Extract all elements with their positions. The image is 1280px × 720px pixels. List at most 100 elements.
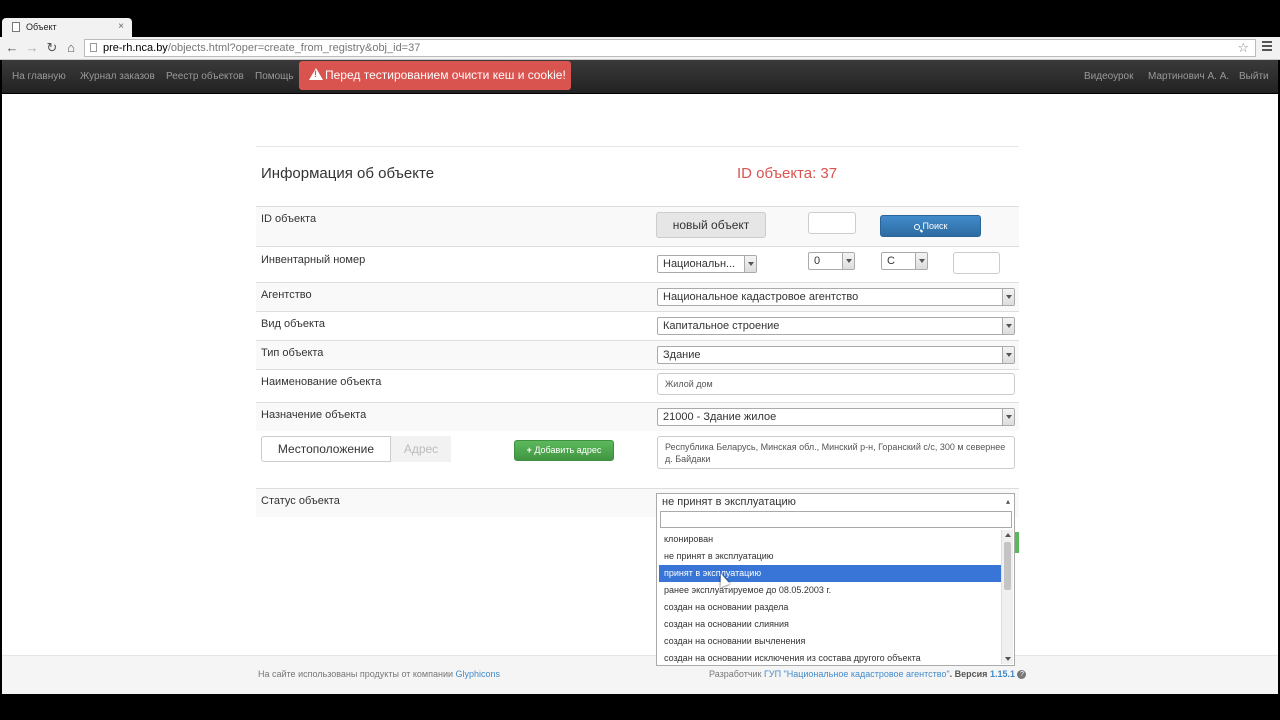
object-id-label: ID объекта	[261, 213, 317, 225]
add-address-button[interactable]: + Добавить адрес	[514, 440, 614, 461]
address-bar[interactable]: pre-rh.nca.by/objects.html?oper=create_f…	[84, 39, 1256, 57]
status-option[interactable]: создан на основании исключения из состав…	[659, 650, 1001, 667]
chevron-down-icon	[842, 253, 854, 269]
cache-warning-button[interactable]: Перед тестированием очисти кеш и cookie!	[299, 61, 571, 90]
developer-link[interactable]: ГУП "Национальное кадастровое агентство"	[764, 669, 950, 679]
object-type-value: Здание	[663, 349, 701, 361]
cache-warning-text: Перед тестированием очисти кеш и cookie!	[325, 68, 566, 82]
object-name-label: Наименование объекта	[261, 376, 382, 388]
document-icon	[12, 22, 20, 32]
object-kind-select[interactable]: Капитальное строение	[657, 317, 1015, 335]
object-id-input[interactable]	[808, 212, 856, 234]
back-icon[interactable]: ←	[4, 40, 20, 56]
inventory-agency-select[interactable]: Национальн...	[657, 255, 757, 273]
inventory-number-input[interactable]	[953, 252, 1000, 274]
nav-home[interactable]: На главную	[12, 71, 66, 82]
status-option-highlighted[interactable]: принят в эксплуатацию	[659, 565, 1001, 582]
chevron-down-icon	[744, 256, 756, 272]
nav-video-tutorial[interactable]: Видеоурок	[1084, 71, 1134, 82]
agency-select[interactable]: Национальное кадастровое агентство	[657, 288, 1015, 306]
footer-developer: Разработчик ГУП "Национальное кадастрово…	[709, 669, 1027, 680]
agency-value: Национальное кадастровое агентство	[663, 291, 859, 303]
nav-objects-registry[interactable]: Реестр объектов	[166, 71, 244, 82]
chevron-down-icon	[1002, 318, 1014, 334]
object-id-heading: ID объекта: 37	[737, 165, 838, 182]
new-object-button[interactable]: новый объект	[656, 212, 766, 238]
object-type-select[interactable]: Здание	[657, 346, 1015, 364]
close-tab-icon[interactable]: ×	[118, 21, 124, 32]
object-name-input[interactable]: Жилой дом	[657, 373, 1015, 395]
browser-tab-strip: Объект ×	[0, 0, 1280, 37]
status-dropdown[interactable]: не принят в эксплуатацию ▴ клонирован не…	[656, 493, 1015, 666]
tab-address[interactable]: Адрес	[391, 436, 451, 462]
inventory-letter-select[interactable]: С	[881, 252, 928, 270]
footer-credits: На сайте использованы продукты от компан…	[258, 669, 500, 679]
dropdown-scrollbar[interactable]	[1001, 530, 1013, 664]
browser-tab[interactable]: Объект ×	[2, 18, 132, 37]
nav-logout[interactable]: Выйти	[1239, 71, 1269, 82]
chevron-up-icon: ▴	[1005, 497, 1010, 506]
warning-icon	[309, 68, 323, 80]
object-purpose-label: Назначение объекта	[261, 409, 367, 421]
panel-title: Информация об объекте	[261, 165, 435, 182]
window-controls[interactable]	[1180, 0, 1280, 18]
panel-divider	[256, 146, 1019, 147]
object-purpose-value: 21000 - Здание жилое	[663, 411, 777, 423]
object-kind-value: Капитальное строение	[663, 320, 780, 332]
footer-developer-label: Разработчик	[709, 669, 764, 679]
status-options-list: клонирован не принят в эксплуатацию прин…	[659, 531, 1001, 667]
agency-label: Агентство	[261, 289, 312, 301]
scroll-down-icon[interactable]	[1005, 657, 1011, 661]
url-host: pre-rh.nca.by	[103, 42, 168, 54]
inventory-code-select[interactable]: 0	[808, 252, 855, 270]
nav-orders-journal[interactable]: Журнал заказов	[80, 71, 155, 82]
scroll-up-icon[interactable]	[1005, 533, 1011, 537]
status-option[interactable]: не принят в эксплуатацию	[659, 548, 1001, 565]
chevron-down-icon	[915, 253, 927, 269]
glyphicons-link[interactable]: Glyphicons	[456, 669, 501, 679]
version-number: 1.15.1	[989, 669, 1015, 679]
help-icon[interactable]: ?	[1017, 670, 1027, 680]
status-selected-text: не принят в эксплуатацию	[662, 496, 796, 508]
scrollbar-thumb[interactable]	[1004, 542, 1011, 590]
chevron-down-icon	[1002, 347, 1014, 363]
inventory-number-label: Инвентарный номер	[261, 254, 366, 266]
object-status-label: Статус объекта	[261, 495, 340, 507]
footer: На сайте использованы продукты от компан…	[2, 655, 1278, 694]
browser-toolbar: ← → ↻ ⌂ pre-rh.nca.by/objects.html?oper=…	[0, 37, 1280, 60]
search-button[interactable]: Поиск	[880, 215, 981, 237]
url-path: /objects.html?oper=create_from_registry&…	[167, 42, 421, 54]
address-textarea[interactable]: Республика Беларусь, Минская обл., Минск…	[657, 436, 1015, 469]
reload-icon[interactable]: ↻	[44, 40, 60, 56]
tab-location[interactable]: Местоположение	[261, 436, 391, 462]
nav-user-name[interactable]: Мартинович А. А.	[1148, 71, 1229, 82]
object-type-label: Тип объекта	[261, 347, 324, 359]
add-address-label: Добавить адрес	[534, 445, 602, 455]
status-option[interactable]: создан на основании раздела	[659, 599, 1001, 616]
chevron-down-icon	[1002, 409, 1014, 425]
status-option[interactable]: создан на основании вычленения	[659, 633, 1001, 650]
status-option[interactable]: клонирован	[659, 531, 1001, 548]
footer-credits-text: На сайте использованы продукты от компан…	[258, 669, 456, 679]
status-selected-value[interactable]: не принят в эксплуатацию ▴	[657, 494, 1014, 510]
object-purpose-select[interactable]: 21000 - Здание жилое	[657, 408, 1015, 426]
object-kind-label: Вид объекта	[261, 318, 325, 330]
footer-version-label: . Версия	[949, 669, 990, 679]
inventory-code-value: 0	[814, 255, 821, 267]
status-option[interactable]: ранее эксплуатируемое до 08.05.2003 г.	[659, 582, 1001, 599]
nav-help[interactable]: Помощь	[255, 71, 294, 82]
home-icon[interactable]: ⌂	[63, 40, 79, 56]
hidden-button-edge	[1015, 532, 1019, 553]
browser-menu-icon[interactable]	[1262, 41, 1272, 53]
search-icon	[913, 223, 920, 230]
status-option[interactable]: создан на основании слияния	[659, 616, 1001, 633]
search-button-label: Поиск	[922, 221, 948, 231]
forward-icon[interactable]: →	[24, 40, 40, 56]
status-search-input[interactable]	[660, 511, 1012, 528]
top-navbar: На главную Журнал заказов Реестр объекто…	[2, 60, 1278, 94]
chevron-down-icon	[1002, 289, 1014, 305]
inventory-agency-value: Национальн...	[663, 258, 736, 270]
inventory-letter-value: С	[887, 255, 895, 267]
page-icon	[90, 43, 97, 52]
bookmark-star-icon[interactable]: ☆	[1237, 40, 1249, 56]
